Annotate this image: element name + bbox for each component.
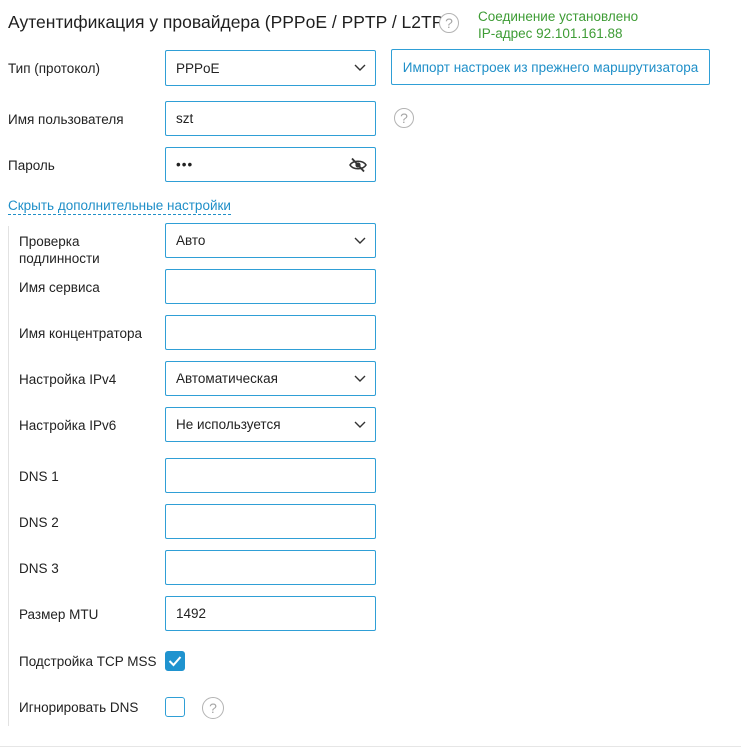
ipv4-select[interactable]: Автоматическая <box>165 361 376 396</box>
username-input[interactable]: szt <box>165 101 376 136</box>
mtu-value: 1492 <box>176 606 207 621</box>
auth-select[interactable]: Авто <box>165 223 376 258</box>
username-label: Имя пользователя <box>8 112 124 127</box>
help-icon[interactable]: ? <box>439 13 459 33</box>
hide-advanced-link[interactable]: Скрыть дополнительные настройки <box>8 198 231 215</box>
chevron-down-icon <box>354 237 366 244</box>
service-name-label: Имя сервиса <box>19 280 100 295</box>
checkmark-icon <box>168 656 182 667</box>
help-icon-glyph: ? <box>209 700 217 716</box>
help-icon-glyph: ? <box>400 110 408 126</box>
tcp-mss-label: Подстройка TCP MSS <box>19 654 157 669</box>
service-name-input[interactable] <box>165 269 376 304</box>
tcp-mss-checkbox[interactable] <box>165 651 185 671</box>
mtu-label: Размер MTU <box>19 607 99 622</box>
ipv6-value: Не используется <box>176 417 281 432</box>
dns3-input[interactable] <box>165 550 376 585</box>
protocol-select[interactable]: PPPoE <box>165 50 376 86</box>
dns1-input[interactable] <box>165 458 376 493</box>
chevron-down-icon <box>354 64 366 71</box>
import-settings-button-label: Импорт настроек из прежнего маршрутизато… <box>402 59 699 75</box>
eye-slash-icon[interactable] <box>349 157 367 173</box>
ipv6-label: Настройка IPv6 <box>19 418 117 433</box>
password-label: Пароль <box>8 158 55 173</box>
ipv4-value: Автоматическая <box>176 371 278 386</box>
connection-status-text: Соединение установлено <box>478 9 639 24</box>
concentrator-name-input[interactable] <box>165 315 376 350</box>
ignore-dns-label: Игнорировать DNS <box>19 700 139 715</box>
dns2-input[interactable] <box>165 504 376 539</box>
dns3-label: DNS 3 <box>19 561 59 576</box>
dns1-label: DNS 1 <box>19 469 59 484</box>
ip-address-text: IP-адрес 92.101.161.88 <box>478 26 623 41</box>
password-input[interactable]: ••• <box>165 147 376 182</box>
concentrator-name-label: Имя концентратора <box>19 326 143 341</box>
chevron-down-icon <box>354 375 366 382</box>
help-icon-glyph: ? <box>445 15 453 31</box>
bottom-divider <box>0 746 741 747</box>
chevron-down-icon <box>354 421 366 428</box>
mtu-input[interactable]: 1492 <box>165 596 376 631</box>
help-icon[interactable]: ? <box>202 697 224 719</box>
protocol-label: Тип (протокол) <box>8 61 100 76</box>
advanced-section-divider <box>8 226 9 726</box>
connection-status: Соединение установлено IP-адрес 92.101.1… <box>478 8 638 42</box>
protocol-value: PPPoE <box>176 60 220 76</box>
username-value: szt <box>176 111 194 126</box>
ignore-dns-checkbox[interactable] <box>165 697 185 717</box>
page-title: Аутентификация у провайдера (PPPoE / PPT… <box>8 12 450 32</box>
import-settings-button[interactable]: Импорт настроек из прежнего маршрутизато… <box>391 49 710 85</box>
ipv4-label: Настройка IPv4 <box>19 372 117 387</box>
ipv6-select[interactable]: Не используется <box>165 407 376 442</box>
auth-label: Проверка подлинности <box>19 234 100 266</box>
dns2-label: DNS 2 <box>19 515 59 530</box>
help-icon[interactable]: ? <box>394 108 414 128</box>
auth-value: Авто <box>176 233 206 248</box>
password-value: ••• <box>176 157 194 172</box>
